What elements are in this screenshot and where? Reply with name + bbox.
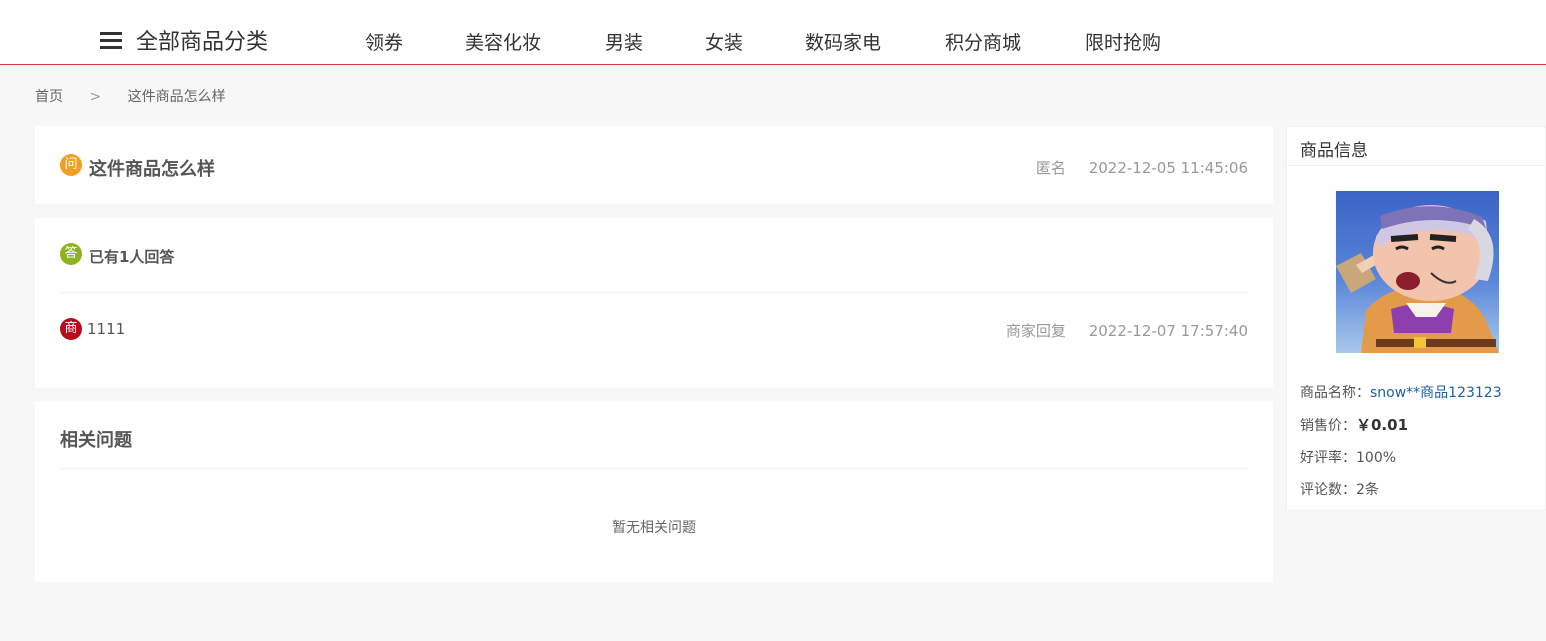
product-image[interactable] bbox=[1336, 191, 1499, 353]
top-navigation: 全部商品分类 领券 美容化妆 男装 女装 数码家电 积分商城 限时抢购 bbox=[0, 0, 1546, 65]
product-reviews-value: 2条 bbox=[1356, 482, 1379, 498]
menu-icon bbox=[100, 30, 122, 50]
product-info-title: 商品信息 bbox=[1300, 141, 1368, 161]
product-price-label: 销售价： bbox=[1300, 418, 1356, 434]
product-info-header: 商品信息 bbox=[1287, 127, 1546, 166]
product-rating-row: 好评率：100% bbox=[1300, 447, 1396, 467]
all-categories-button[interactable]: 全部商品分类 bbox=[100, 24, 268, 56]
product-info-panel: 商品信息 商品名称：snow**商品123123 销售价：￥0.01 好评率：1… bbox=[1286, 126, 1546, 511]
product-price-row: 销售价：￥0.01 bbox=[1300, 414, 1408, 435]
related-questions-card: 相关问题 暂无相关问题 bbox=[35, 401, 1273, 582]
answer-count: 已有1人回答 bbox=[89, 248, 175, 266]
product-rating-label: 好评率： bbox=[1300, 450, 1356, 466]
answer-author: 商家回复 bbox=[1005, 322, 1066, 340]
answer-meta: 商家回复 2022-12-07 17:57:40 bbox=[1006, 320, 1248, 341]
product-rating-value: 100% bbox=[1356, 450, 1397, 466]
nav-item-coupons[interactable]: 领券 bbox=[365, 28, 403, 55]
question-time: 2022-12-05 11:45:06 bbox=[1088, 159, 1248, 177]
cartoon-character-image bbox=[1336, 205, 1499, 353]
question-card: 问 这件商品怎么样 匿名 2022-12-05 11:45:06 bbox=[35, 126, 1273, 204]
nav-item-beauty[interactable]: 美容化妆 bbox=[465, 28, 541, 55]
breadcrumb-home-link[interactable]: 首页 bbox=[35, 86, 63, 106]
nav-item-menswear[interactable]: 男装 bbox=[605, 28, 643, 55]
all-categories-label: 全部商品分类 bbox=[136, 30, 269, 55]
answer-badge: 答 bbox=[60, 243, 82, 265]
product-reviews-label: 评论数： bbox=[1300, 482, 1356, 498]
answer-time: 2022-12-07 17:57:40 bbox=[1088, 322, 1248, 340]
divider bbox=[60, 292, 1248, 293]
question-title: 这件商品怎么样 bbox=[89, 159, 215, 180]
answers-card: 答 已有1人回答 商 1111 商家回复 2022-12-07 17:57:40 bbox=[35, 218, 1273, 388]
merchant-badge: 商 bbox=[60, 318, 82, 340]
breadcrumb-current: 这件商品怎么样 bbox=[127, 89, 226, 105]
related-questions-empty: 暂无相关问题 bbox=[612, 520, 696, 536]
answer-text: 1111 bbox=[87, 320, 126, 338]
breadcrumb: 首页 > 这件商品怎么样 bbox=[35, 86, 226, 106]
nav-item-flash-sale[interactable]: 限时抢购 bbox=[1085, 28, 1161, 55]
question-meta: 匿名 2022-12-05 11:45:06 bbox=[1036, 157, 1248, 178]
nav-item-womenswear[interactable]: 女装 bbox=[705, 28, 743, 55]
product-reviews-row: 评论数：2条 bbox=[1300, 479, 1379, 499]
product-name-row: 商品名称：snow**商品123123 bbox=[1300, 382, 1502, 402]
product-price-value: ￥0.01 bbox=[1356, 416, 1409, 434]
nav-item-points-mall[interactable]: 积分商城 bbox=[945, 28, 1021, 55]
question-author: 匿名 bbox=[1035, 159, 1066, 177]
question-badge: 问 bbox=[60, 154, 82, 176]
nav-item-digital-appliances[interactable]: 数码家电 bbox=[805, 28, 881, 55]
product-name-label: 商品名称： bbox=[1300, 385, 1370, 401]
related-questions-title: 相关问题 bbox=[60, 430, 132, 451]
divider bbox=[60, 468, 1248, 469]
product-name-link[interactable]: snow**商品123123 bbox=[1370, 385, 1502, 401]
chevron-right-icon: > bbox=[89, 89, 102, 105]
